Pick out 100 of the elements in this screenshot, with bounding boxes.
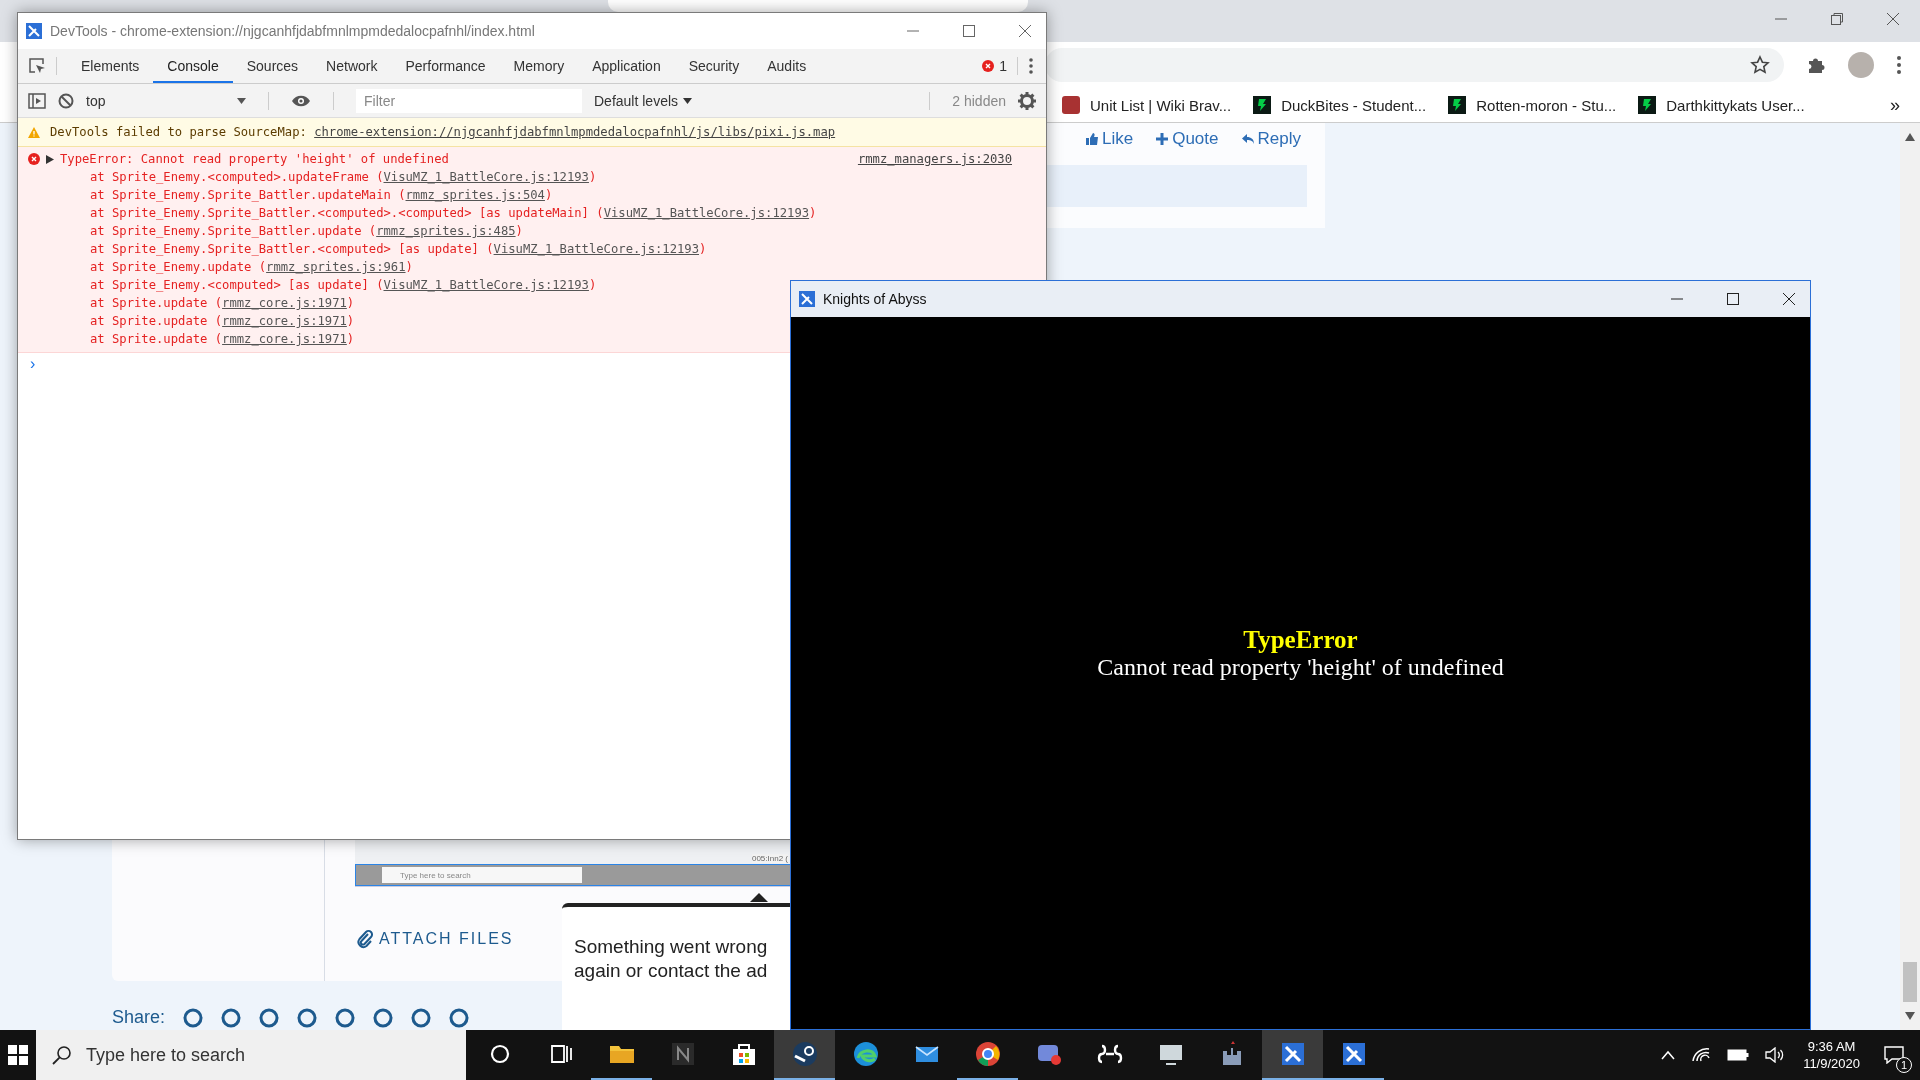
popup-text: again or contact the ad bbox=[574, 959, 769, 983]
more-options-icon[interactable] bbox=[1028, 57, 1034, 75]
star-icon[interactable] bbox=[1750, 55, 1770, 75]
share-icon[interactable] bbox=[183, 1007, 204, 1028]
warning-message: DevTools failed to parse SourceMap: chrome-extension://njgcanhfjdabfmnlmpmdedalocpafnhl/js/libs/pixi.js.map bbox=[50, 125, 836, 139]
scroll-thumb[interactable] bbox=[1903, 962, 1917, 1002]
close-icon[interactable] bbox=[1782, 292, 1796, 306]
search-icon bbox=[52, 1045, 72, 1065]
paperclip-icon bbox=[357, 929, 373, 949]
log-levels-dropdown[interactable]: Default levels bbox=[594, 92, 693, 109]
share-icon[interactable] bbox=[373, 1007, 394, 1028]
mail-icon[interactable] bbox=[411, 1007, 432, 1028]
browser-icon bbox=[851, 1040, 880, 1068]
devtools-tab[interactable]: Network bbox=[312, 49, 392, 83]
post-action-link[interactable]: Reply bbox=[1240, 129, 1301, 149]
sidebar-toggle-icon[interactable] bbox=[28, 92, 46, 109]
devtools-tab[interactable]: Sources bbox=[232, 49, 313, 83]
devtools-tab[interactable]: Memory bbox=[499, 49, 579, 83]
error-message: Cannot read property 'height' of undefined bbox=[1097, 653, 1504, 681]
settings-icon[interactable] bbox=[1018, 91, 1036, 110]
devtools-tab[interactable]: Audits bbox=[753, 49, 821, 83]
eye-icon[interactable] bbox=[291, 94, 311, 107]
notifications-button[interactable]: 1 bbox=[1874, 1033, 1914, 1077]
error-count-badge[interactable]: 1 bbox=[982, 58, 1007, 74]
more-bookmarks-button[interactable]: » bbox=[1890, 94, 1900, 116]
share-icon[interactable] bbox=[259, 1007, 280, 1028]
restore-icon[interactable] bbox=[1830, 12, 1844, 26]
source-link[interactable]: rmmz_sprites.js:504 bbox=[405, 188, 545, 202]
share-icon[interactable] bbox=[297, 1007, 318, 1028]
error-message: TypeError: Cannot read property 'height' of undefined bbox=[60, 152, 449, 166]
error-icon bbox=[28, 153, 40, 165]
inspect-icon[interactable] bbox=[28, 57, 46, 75]
site-logo-icon bbox=[1638, 96, 1657, 114]
taskbar-button[interactable] bbox=[774, 1030, 835, 1080]
time: 9:36 AM bbox=[1807, 1038, 1856, 1055]
source-link[interactable]: rmmz_sprites.js:485 bbox=[376, 224, 516, 238]
clock[interactable]: 9:36 AM 11/9/2020 bbox=[1803, 1038, 1860, 1072]
bookmark[interactable]: DuckBites - Student... bbox=[1253, 96, 1427, 114]
date: 11/9/2020 bbox=[1803, 1055, 1860, 1072]
source-link[interactable]: VisuMZ_1_BattleCore.js:12193 bbox=[493, 242, 699, 256]
error-title: TypeError bbox=[1243, 625, 1358, 654]
volume-icon[interactable] bbox=[1765, 1047, 1786, 1063]
stack-trace-line: at Sprite_Enemy.Sprite_Battler.updateMain (rmmz_sprites.js:504) bbox=[89, 187, 554, 204]
window-title: Knights of Abyss bbox=[823, 291, 927, 307]
devtools-tab[interactable]: Application bbox=[578, 49, 675, 83]
share-label: Share: bbox=[112, 1007, 166, 1028]
source-link[interactable]: rmmz_core.js:1971 bbox=[222, 296, 347, 310]
status-text: 005:Inn2 ( bbox=[751, 854, 788, 863]
source-map-link[interactable]: chrome-extension://njgcanhfjdabfmnlmpmdedalocpafnhl/js/libs/pixi.js.map bbox=[314, 125, 836, 139]
wifi-icon[interactable] bbox=[1691, 1047, 1712, 1063]
devtools-tab[interactable]: Elements bbox=[67, 49, 154, 83]
context-dropdown[interactable]: top bbox=[86, 92, 246, 109]
app-logo-icon bbox=[26, 23, 42, 39]
popup-text: Something went wrong bbox=[574, 935, 769, 959]
app-logo-icon bbox=[799, 291, 815, 307]
dropdown-arrow-icon bbox=[237, 97, 246, 104]
favicon-image bbox=[1062, 96, 1080, 114]
bookmark[interactable]: Rotten-moron - Stu... bbox=[1448, 96, 1617, 114]
link-icon[interactable] bbox=[449, 1007, 470, 1028]
chevron-up-icon[interactable] bbox=[1661, 1050, 1676, 1060]
devtools-tab[interactable]: Security bbox=[674, 49, 754, 83]
source-link[interactable]: VisuMZ_1_BattleCore.js:12193 bbox=[383, 170, 589, 184]
clear-console-icon[interactable] bbox=[58, 92, 74, 109]
share-icon[interactable] bbox=[335, 1007, 356, 1028]
source-link[interactable]: rmmz_sprites.js:961 bbox=[266, 260, 406, 274]
window-title: DevTools - chrome-extension://njgcanhfjdabfmnlmpmdedalocpafnhl/index.html bbox=[50, 23, 535, 39]
warning-icon bbox=[28, 126, 40, 138]
notification-count: 1 bbox=[1896, 1057, 1912, 1073]
battery-icon[interactable] bbox=[1727, 1049, 1750, 1061]
bookmark[interactable]: Unit List | Wiki Brav... bbox=[1062, 96, 1232, 114]
post-action-link[interactable]: Quote bbox=[1155, 129, 1219, 149]
search-field[interactable]: Type here to search bbox=[36, 1030, 466, 1080]
taskbar-button[interactable] bbox=[1262, 1030, 1323, 1080]
filter-field[interactable]: Filter bbox=[356, 88, 582, 113]
source-link[interactable]: rmmz_core.js:1971 bbox=[222, 332, 347, 346]
menu-icon[interactable] bbox=[1896, 55, 1902, 75]
error-icon bbox=[982, 60, 995, 72]
reply-icon bbox=[1240, 132, 1255, 146]
share-icon[interactable] bbox=[221, 1007, 242, 1028]
post-action-link[interactable]: Like bbox=[1085, 129, 1134, 149]
stack-trace-line: at Sprite_Enemy.Sprite_Battler.<computed>.<computed> [as updateMain] (VisuMZ_1_BattleCore.js:12193) bbox=[89, 205, 818, 222]
attach-files-button[interactable]: ATTACH FILES bbox=[357, 929, 514, 949]
scrollbar[interactable] bbox=[1900, 123, 1920, 1030]
stack-trace-line: at Sprite_Enemy.Sprite_Battler.<computed> [as update] (VisuMZ_1_BattleCore.js:12193) bbox=[89, 241, 708, 258]
maximize-icon[interactable] bbox=[1726, 292, 1740, 306]
source-link[interactable]: rmmz_core.js:1971 bbox=[222, 314, 347, 328]
windows-start-icon[interactable] bbox=[8, 1045, 28, 1065]
chrome-icon bbox=[973, 1040, 1002, 1068]
source-link[interactable]: VisuMZ_1_BattleCore.js:12193 bbox=[383, 278, 589, 292]
bookmark[interactable]: Darthkittykats User... bbox=[1638, 96, 1805, 114]
devtools-tab[interactable]: Performance bbox=[391, 49, 500, 83]
scroll-down-icon[interactable] bbox=[1905, 1012, 1915, 1020]
source-link[interactable]: VisuMZ_1_BattleCore.js:12193 bbox=[603, 206, 810, 220]
source-link[interactable]: rmmz_managers.js:2030 bbox=[857, 152, 1012, 166]
search-placeholder: Type here to search bbox=[86, 1044, 246, 1066]
expand-triangle-icon[interactable] bbox=[46, 154, 54, 164]
plus-icon bbox=[1155, 132, 1170, 146]
dropdown-arrow-icon bbox=[683, 97, 693, 104]
scroll-up-icon[interactable] bbox=[1905, 133, 1915, 141]
stack-trace-line: at Sprite_Enemy.update (rmmz_sprites.js:961) bbox=[89, 259, 414, 276]
